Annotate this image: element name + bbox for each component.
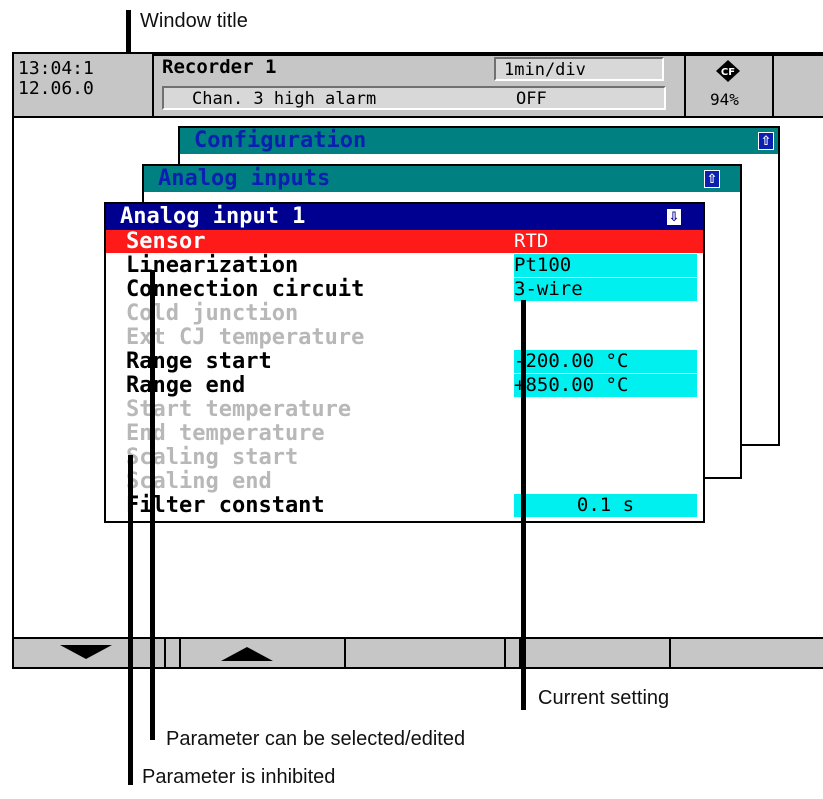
analog-input-1-window[interactable]: Analog input 1 ⇩ Sensor RTD Linearization P… [104,202,705,523]
memory-status: CF 94% [686,54,772,118]
parameter-row[interactable]: Connection circuit 3-wire [106,278,703,301]
header-divider-2 [772,54,774,118]
memory-percent: 94% [710,90,739,109]
parameter-row[interactable]: Range end +850.00 °C [106,374,703,397]
softkey-3[interactable] [346,639,504,667]
parameter-value[interactable]: RTD [514,230,548,253]
datetime-panel: 13:04:1 12.06.0 [14,54,154,118]
softkey-1[interactable] [14,639,164,667]
timebase-field[interactable]: 1min/div [494,57,664,81]
inhibited-callout: Parameter is inhibited [142,766,336,788]
parameter-row[interactable]: Linearization Pt100 [106,254,703,277]
softkey-2[interactable] [181,639,344,667]
parameter-row[interactable]: Filter constant 0.1 s [106,494,703,517]
parameter-row: End temperature [106,422,703,445]
recorder-name[interactable]: Recorder 1 [162,56,276,78]
parameter-row: Start temperature [106,398,703,421]
parameter-label: End temperature [126,421,325,446]
parameter-row: Scaling end [106,470,703,493]
analog-inputs-title: Analog inputs [144,166,740,192]
parameter-value[interactable]: +850.00 °C [514,374,697,397]
current-setting-leader [521,300,526,710]
down-arrow-icon [60,645,112,659]
alarm-text: Chan. 3 high alarm [192,89,377,109]
parameter-label: Sensor [126,229,206,254]
parameter-row: Scaling start [106,446,703,469]
inhibited-leader [128,455,133,785]
down-arrow-icon[interactable]: ⇩ [666,208,682,226]
analog-input-1-title: Analog input 1 [106,204,703,230]
header-bottom-line [14,116,823,118]
parameter-label: Filter constant [126,493,325,518]
up-arrow-icon [221,647,273,661]
current-setting-callout: Current setting [538,687,670,709]
parameter-label: Start temperature [126,397,352,422]
selectable-leader [150,270,155,740]
parameter-value[interactable]: 3-wire [514,278,697,301]
recorder-screen: 13:04:1 12.06.0 Recorder 1 1min/div Chan… [12,52,823,669]
parameter-row: Ext CJ temperature [106,326,703,349]
parameter-row: Cold junction [106,302,703,325]
alarm-state: OFF [516,89,547,109]
configuration-title: Configuration [180,128,778,154]
softkey-4[interactable] [521,639,669,667]
parameter-value[interactable]: -200.00 °C [514,350,697,373]
date-display: 12.06.0 [18,78,94,99]
parameter-row[interactable]: Sensor RTD [106,230,703,253]
up-arrow-icon[interactable]: ⇧ [704,170,720,188]
parameter-label: Ext CJ temperature [126,325,365,350]
parameter-label: Scaling end [126,469,272,494]
parameter-value[interactable]: Pt100 [514,254,697,277]
selectable-callout: Parameter can be selected/edited [166,728,466,750]
parameter-value[interactable]: 0.1 s [514,494,697,517]
up-arrow-icon[interactable]: ⇧ [758,132,774,150]
softkey-5[interactable] [671,639,823,667]
cf-card-icon: CF [716,60,740,82]
parameter-label: Range start [126,349,272,374]
parameter-label: Connection circuit [126,277,365,302]
window-title-callout: Window title [140,10,248,32]
parameter-row[interactable]: Range start -200.00 °C [106,350,703,373]
time-display: 13:04:1 [18,58,94,79]
parameter-list: Sensor RTD Linearization Pt100 Connection ci… [106,230,703,521]
parameter-label: Range end [126,373,246,398]
svg-text:CF: CF [721,67,735,78]
alarm-status-field: Chan. 3 high alarm OFF [162,86,666,110]
